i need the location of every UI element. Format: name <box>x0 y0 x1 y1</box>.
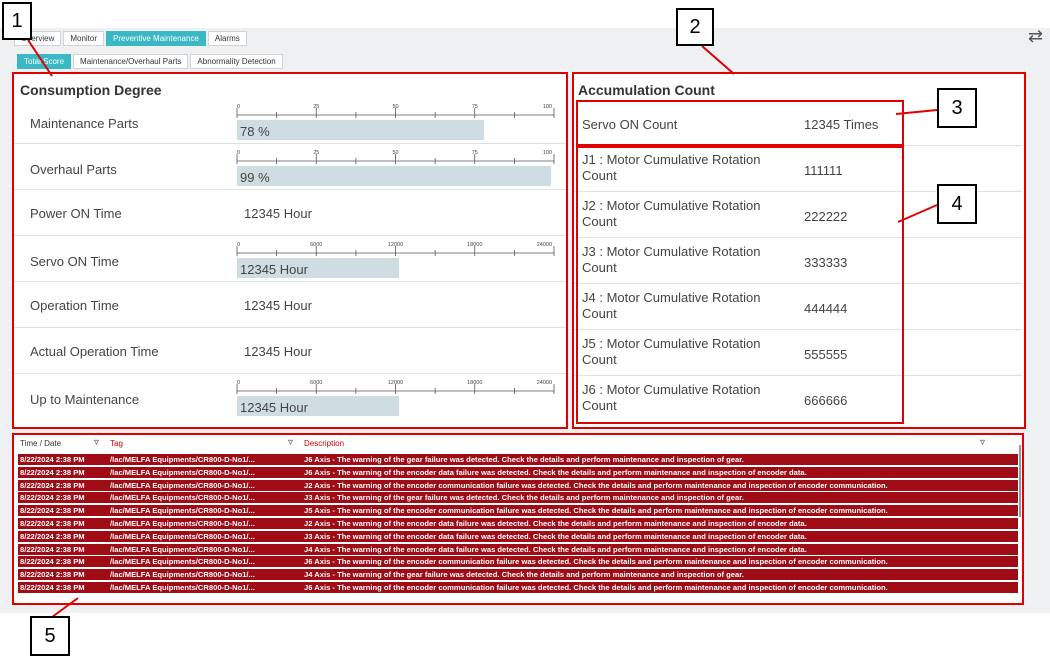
tab-preventive-maintenance[interactable]: Preventive Maintenance <box>106 31 206 46</box>
callout-label-1: 1 <box>2 2 32 40</box>
callout-label-5: 5 <box>30 616 70 656</box>
sub-tabs: Total Score Maintenance/Overhaul Parts A… <box>17 54 283 69</box>
refresh-icon[interactable]: ⇄ <box>1028 26 1043 47</box>
subtab-abnormality-detection[interactable]: Abnormality Detection <box>190 54 283 69</box>
main-tabs: Overview Monitor Preventive Maintenance … <box>14 31 247 46</box>
callout-label-4: 4 <box>937 184 977 224</box>
subtab-maintenance-overhaul-parts[interactable]: Maintenance/Overhaul Parts <box>73 54 189 69</box>
tab-alarms[interactable]: Alarms <box>207 31 247 46</box>
callout-frame-4 <box>576 146 904 424</box>
callout-label-2: 2 <box>676 8 714 46</box>
callout-label-3: 3 <box>937 88 977 128</box>
callout-frame-3 <box>576 100 904 146</box>
callout-frame-1 <box>12 72 568 429</box>
callout-frame-5 <box>12 433 1024 605</box>
tab-monitor[interactable]: Monitor <box>63 31 105 46</box>
subtab-total-score[interactable]: Total Score <box>17 54 72 69</box>
